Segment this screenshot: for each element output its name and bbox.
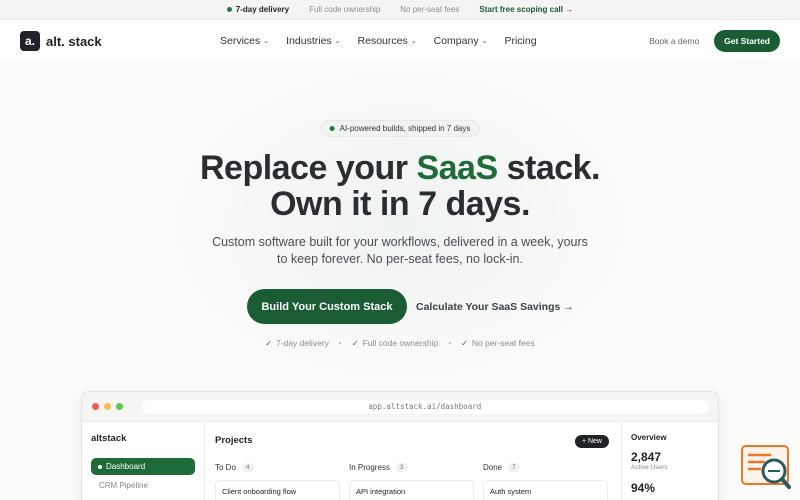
nav-item-industries[interactable]: Industries ⌄ xyxy=(286,35,340,47)
topbar-delivery: 7-day delivery xyxy=(226,5,289,14)
kanban-column-in-progress: In Progress 3 API integration xyxy=(349,463,474,500)
preview-brand: altstack xyxy=(91,433,127,444)
hero-title: Replace your SaaS stack. Own it in 7 day… xyxy=(199,149,601,223)
check-icon: ✓ xyxy=(265,338,272,348)
nav-actions: Book a demo Get Started xyxy=(649,30,780,52)
chevron-down-icon: ⌄ xyxy=(410,38,417,45)
status-dot-icon xyxy=(226,7,232,12)
topbar-fees: No per-seat fees xyxy=(400,5,460,14)
kanban-column-done: Done 7 Auth system xyxy=(483,463,608,500)
browser-bar: app.altstack.ai/dashboard xyxy=(82,392,718,422)
kanban-card: Client onboarding flow xyxy=(215,480,340,500)
column-count: 3 xyxy=(395,463,408,472)
window-maximize-icon xyxy=(115,403,123,410)
kanban-card: API integration xyxy=(349,480,474,500)
active-users-value: 2,847 xyxy=(631,450,662,464)
percent-stat-value: 94% xyxy=(631,481,656,495)
kanban-column-todo: To Do 4 Client onboarding flow xyxy=(215,463,340,500)
logo[interactable]: a. alt. stack xyxy=(20,31,102,51)
main-nav: a. alt. stack Services ⌄ Industries ⌄ Reso… xyxy=(0,20,800,62)
logo-text: alt. stack xyxy=(46,33,102,49)
chevron-down-icon: ⌄ xyxy=(481,38,488,45)
hero-checklist: ✓ 7-day delivery • ✓ Full code ownership •… xyxy=(0,338,800,348)
check-icon: ✓ xyxy=(461,338,468,348)
separator-dot: • xyxy=(338,338,342,348)
logo-mark: a. xyxy=(20,31,40,51)
chevron-down-icon: ⌄ xyxy=(263,38,270,45)
projects-title: Projects xyxy=(215,435,253,446)
check-item: ✓ No per-seat fees xyxy=(461,338,535,348)
hero-title-accent: SaaS xyxy=(416,149,498,187)
nav-item-company[interactable]: Company ⌄ xyxy=(434,35,488,47)
kanban-card: Auth system xyxy=(483,480,608,500)
check-item: ✓ 7-day delivery xyxy=(265,338,329,348)
column-count: 4 xyxy=(241,463,254,472)
column-count: 7 xyxy=(508,463,520,472)
overview-title: Overview xyxy=(631,433,667,442)
window-close-icon xyxy=(92,403,99,410)
nav-item-pricing[interactable]: Pricing xyxy=(504,35,536,47)
new-project-button: + New xyxy=(574,435,609,448)
preview-sidebar: altstack Dashboard CRM Pipeline xyxy=(82,423,205,500)
build-stack-button[interactable]: Build Your Custom Stack xyxy=(247,289,407,324)
kanban-columns: To Do 4 Client onboarding flow In Progres… xyxy=(215,463,608,500)
active-dot-icon xyxy=(98,464,102,469)
get-started-button[interactable]: Get Started xyxy=(714,30,780,52)
support-chat-icon[interactable] xyxy=(741,445,791,490)
check-item: ✓ Full code ownership xyxy=(351,338,439,348)
nav-item-resources[interactable]: Resources ⌄ xyxy=(358,35,417,47)
topbar-ownership: Full code ownership xyxy=(309,5,381,14)
nav-item-services[interactable]: Services ⌄ xyxy=(220,35,269,47)
announcement-bar: 7-day delivery Full code ownership No pe… xyxy=(0,0,800,20)
hero-subtitle: Custom software built for your workflows… xyxy=(212,235,588,266)
projects-board: Projects + New To Do 4 Client onboarding … xyxy=(205,423,621,500)
hero-badge: AI-powered builds, shipped in 7 days xyxy=(320,120,480,137)
sidebar-item-dashboard: Dashboard xyxy=(91,458,195,475)
overview-panel: Overview 2,847 Active Users 94% xyxy=(621,423,718,500)
check-icon: ✓ xyxy=(351,338,359,348)
separator-dot: • xyxy=(448,338,452,348)
nav-menu: Services ⌄ Industries ⌄ Resources ⌄ Company… xyxy=(220,35,537,47)
savings-calculator-link[interactable]: Calculate Your SaaS Savings → xyxy=(416,289,574,324)
chevron-down-icon: ⌄ xyxy=(334,38,341,45)
dashboard-preview: app.altstack.ai/dashboard altstack Dashb… xyxy=(81,391,719,500)
sidebar-item-crm-pipeline: CRM Pipeline xyxy=(99,481,148,490)
address-bar: app.altstack.ai/dashboard xyxy=(141,399,708,414)
book-demo-link[interactable]: Book a demo xyxy=(649,36,699,46)
active-users-label: Active Users xyxy=(631,464,668,471)
window-minimize-icon xyxy=(103,403,111,410)
scoping-call-link[interactable]: Start free scoping call → xyxy=(479,5,573,14)
status-dot-icon xyxy=(329,126,335,131)
